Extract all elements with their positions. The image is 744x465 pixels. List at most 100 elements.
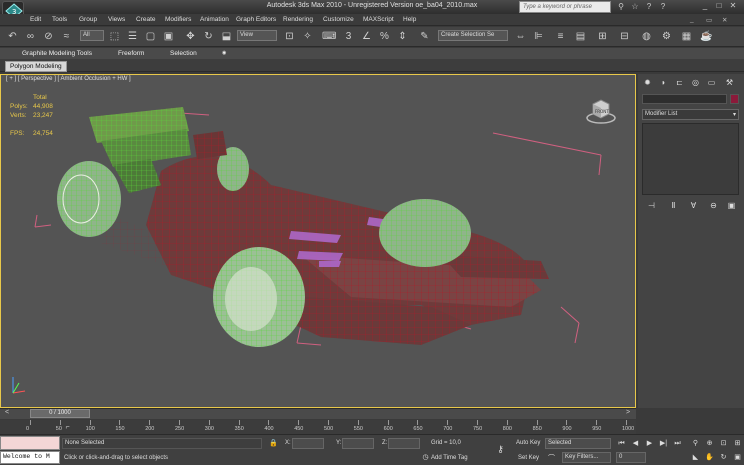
remove-modifier-icon[interactable]: ⊖ [708, 200, 719, 211]
keyboard-shortcut-icon[interactable]: ⌨ [322, 30, 336, 43]
maxscript-listener-input[interactable] [0, 436, 60, 450]
x-coord-field[interactable] [292, 438, 324, 449]
info-icon[interactable]: ? [644, 2, 654, 12]
rotate-icon[interactable]: ↻ [202, 30, 215, 43]
menu-modifiers[interactable]: Modifiers [165, 16, 191, 23]
curve-editor-icon[interactable]: ⊞ [596, 30, 609, 43]
named-selection-dropdown[interactable]: Create Selection Se [438, 30, 508, 41]
tab-graphite-modeling-tools[interactable]: Graphite Modeling Tools [22, 50, 92, 57]
menu-edit[interactable]: Edit [30, 16, 41, 23]
edit-named-sets-icon[interactable]: ✎ [418, 30, 431, 43]
spinner-snap-icon[interactable]: ⇕ [396, 30, 409, 43]
menu-customize[interactable]: Customize [323, 16, 354, 23]
set-key-button[interactable]: Set Key [518, 455, 539, 461]
select-by-name-icon[interactable]: ☰ [126, 30, 139, 43]
mirror-icon[interactable]: ⇔ [514, 30, 527, 43]
slider-prev-icon[interactable]: < [5, 409, 9, 416]
angle-snap-icon[interactable]: ∠ [360, 30, 373, 43]
object-color-swatch[interactable] [730, 94, 739, 104]
z-coord-field[interactable] [388, 438, 420, 449]
layer-manager-icon[interactable]: ≡ [554, 30, 567, 43]
modify-tab-icon[interactable]: ◗ [658, 77, 669, 88]
graphite-toggle-icon[interactable]: ▤ [574, 30, 587, 43]
menu-views[interactable]: Views [108, 16, 125, 23]
snaps-toggle-icon[interactable]: 3 [342, 30, 355, 43]
configure-sets-icon[interactable]: ▣ [726, 200, 737, 211]
render-teapot-icon[interactable]: ☕ [700, 30, 713, 43]
menu-help[interactable]: Help [403, 16, 416, 23]
slider-next-icon[interactable]: > [626, 409, 630, 416]
bind-space-warp-icon[interactable]: ≈ [60, 30, 73, 43]
manipulate-icon[interactable]: ✧ [301, 30, 314, 43]
menu-create[interactable]: Create [136, 16, 156, 23]
key-filters-button[interactable]: Key Filters... [562, 452, 611, 463]
lock-selection-icon[interactable]: 🔒 [268, 438, 279, 449]
scale-icon[interactable]: ⬓ [220, 30, 233, 43]
menu-rendering[interactable]: Rendering [283, 16, 313, 23]
motion-tab-icon[interactable]: ◎ [690, 77, 701, 88]
track-bar[interactable]: 0 50 100 150 200 250 300 350 400 450 500 550 600 650 7… [0, 420, 636, 434]
unlink-icon[interactable]: ⊘ [42, 30, 55, 43]
schematic-view-icon[interactable]: ⊟ [618, 30, 631, 43]
rendered-frame-icon[interactable]: ▦ [680, 30, 693, 43]
selection-filter-dropdown[interactable]: All [80, 30, 104, 41]
link-icon[interactable]: ∞ [24, 30, 37, 43]
modifier-list-dropdown[interactable]: Modifier List ▾ [642, 109, 739, 120]
perspective-viewport[interactable] [0, 74, 636, 408]
zoom-extents-all-icon[interactable]: ⊞ [732, 438, 743, 449]
undo-icon[interactable]: ↶ [6, 30, 19, 43]
display-tab-icon[interactable]: ▭ [706, 77, 717, 88]
doc-close-icon[interactable]: ✕ [722, 16, 727, 24]
material-editor-icon[interactable]: ◍ [640, 30, 653, 43]
move-icon[interactable]: ✥ [184, 30, 197, 43]
key-mode-dropdown[interactable]: Selected [545, 438, 611, 449]
show-end-result-icon[interactable]: Ⅱ [668, 200, 679, 211]
help-icon[interactable]: ? [658, 2, 668, 12]
modifier-stack[interactable] [642, 123, 739, 195]
auto-key-button[interactable]: Auto Key [516, 440, 540, 446]
minimize-icon[interactable]: _ [700, 1, 710, 11]
go-to-start-icon[interactable]: ⏮ [616, 438, 627, 449]
menu-animation[interactable]: Animation [200, 16, 229, 23]
utilities-tab-icon[interactable]: ⚒ [724, 77, 735, 88]
play-icon[interactable]: ▶ [644, 438, 655, 449]
viewcube[interactable]: FRONT [585, 96, 617, 124]
y-coord-field[interactable] [342, 438, 374, 449]
create-tab-icon[interactable]: ✹ [642, 77, 653, 88]
pan-icon[interactable]: ✋ [704, 452, 715, 463]
star-icon[interactable]: ☆ [630, 2, 640, 12]
doc-minimize-icon[interactable]: _ [690, 16, 694, 23]
zoom-extents-icon[interactable]: ⊡ [718, 438, 729, 449]
ref-coord-dropdown[interactable]: View [237, 30, 277, 41]
doc-restore-icon[interactable]: ▭ [706, 16, 712, 24]
key-track-icon[interactable]: ⌐ [62, 422, 73, 433]
make-unique-icon[interactable]: ∀ [688, 200, 699, 211]
window-crossing-icon[interactable]: ▣ [162, 30, 175, 43]
zoom-icon[interactable]: ⚲ [690, 438, 701, 449]
ribbon-options-icon[interactable]: ◉ [222, 50, 226, 56]
key-icon[interactable]: ⚷ [495, 444, 506, 455]
binoculars-icon[interactable]: ⚲ [616, 2, 626, 12]
next-frame-icon[interactable]: ▶| [658, 438, 669, 449]
select-object-icon[interactable]: ⬚ [108, 30, 121, 43]
pivot-icon[interactable]: ⊡ [283, 30, 296, 43]
render-setup-icon[interactable]: ⚙ [660, 30, 673, 43]
maxscript-listener-output[interactable]: Welcome to M [0, 451, 60, 464]
tab-freeform[interactable]: Freeform [118, 50, 144, 57]
object-name-field[interactable] [642, 94, 727, 104]
zoom-all-icon[interactable]: ⊕ [704, 438, 715, 449]
viewport-label[interactable]: [ + ] [ Perspective ] [ Ambient Occlusio… [6, 76, 131, 82]
default-tangent-icon[interactable]: ⌒ [546, 453, 557, 464]
maximize-icon[interactable]: □ [714, 1, 724, 11]
current-frame-field[interactable]: 0 [616, 452, 646, 463]
tab-selection[interactable]: Selection [170, 50, 197, 57]
menu-graph-editors[interactable]: Graph Editors [236, 16, 276, 23]
percent-snap-icon[interactable]: % [378, 30, 391, 43]
close-icon[interactable]: ✕ [728, 1, 738, 11]
pin-stack-icon[interactable]: ⊣ [646, 200, 657, 211]
add-time-tag[interactable]: Add Time Tag [431, 455, 468, 461]
rect-selection-icon[interactable]: ▢ [144, 30, 157, 43]
hierarchy-tab-icon[interactable]: ⊏ [674, 77, 685, 88]
menu-tools[interactable]: Tools [52, 16, 67, 23]
tab-polygon-modeling[interactable]: Polygon Modeling [5, 61, 67, 72]
